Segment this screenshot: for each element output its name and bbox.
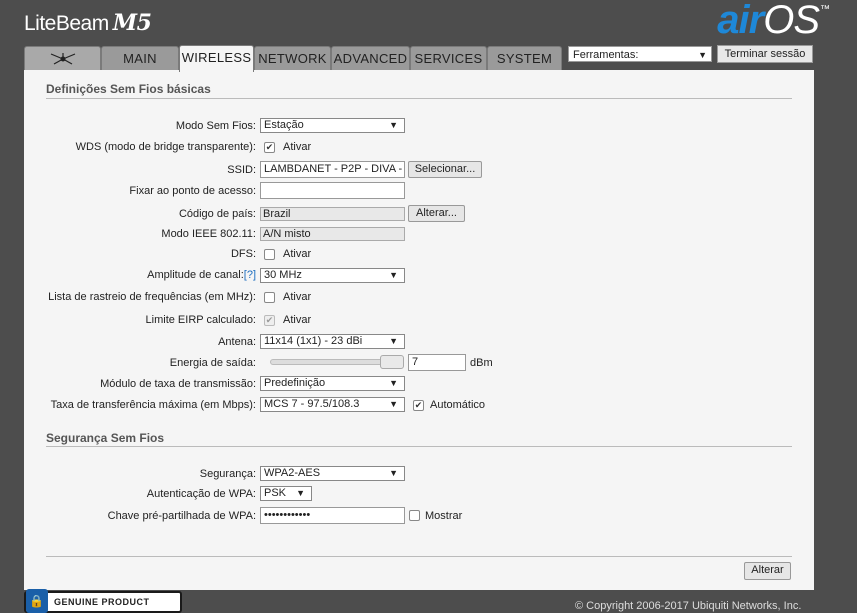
max-rate-value: MCS 7 - 97.5/108.3 [264, 398, 360, 410]
trademark-symbol: ™ [820, 4, 830, 15]
section-divider [46, 446, 792, 447]
chevron-down-icon: ▼ [698, 50, 707, 60]
airos-logo-air: air [717, 0, 764, 42]
copyright-text: © Copyright 2006-2017 Ubiquiti Networks,… [575, 600, 802, 612]
eirp-limit-checkbox-label: Ativar [283, 314, 312, 326]
max-rate-label: Taxa de transferência máxima (em Mbps): [50, 399, 256, 411]
channel-width-label: Amplitude de canal:[?] [147, 269, 256, 281]
lock-icon: 🔒 [26, 589, 48, 613]
channel-width-label-text: Amplitude de canal: [147, 269, 244, 281]
wireless-mode-value: Estação [264, 119, 304, 131]
wpa-key-label: Chave pré-partilhada de WPA: [107, 510, 256, 522]
section-divider [46, 556, 792, 557]
chevron-down-icon: ▼ [389, 270, 398, 280]
show-key-checkbox[interactable] [409, 510, 420, 521]
scan-list-checkbox[interactable] [264, 292, 275, 303]
chevron-down-icon: ▼ [389, 120, 398, 130]
dfs-checkbox-label: Ativar [283, 248, 312, 260]
help-link[interactable]: [?] [244, 269, 256, 281]
basic-settings-title: Definições Sem Fios básicas [46, 82, 211, 96]
antenna-value: 11x14 (1x1) - 23 dBi [264, 335, 363, 347]
rate-module-select[interactable]: Predefinição ▼ [260, 376, 405, 391]
wpa-auth-select[interactable]: PSK ▼ [260, 486, 312, 501]
security-select[interactable]: WPA2-AES ▼ [260, 466, 405, 481]
eirp-limit-checkbox[interactable] [264, 315, 275, 326]
tab-wireless[interactable]: WIRELESS [179, 45, 254, 72]
eirp-limit-label: Limite EIRP calculado: [145, 314, 256, 326]
tab-services[interactable]: SERVICES [410, 46, 487, 71]
chevron-down-icon: ▼ [389, 399, 398, 409]
genuine-product-badge: 🔒 GENUINE PRODUCT [24, 589, 182, 613]
auto-rate-checkbox-label: Automático [430, 399, 486, 411]
dfs-label: DFS: [230, 248, 256, 260]
max-rate-select[interactable]: MCS 7 - 97.5/108.3 ▼ [260, 397, 405, 412]
apply-button[interactable]: Alterar [744, 562, 791, 580]
rate-module-value: Predefinição [264, 377, 326, 389]
change-country-button[interactable]: Alterar... [408, 205, 465, 222]
antenna-label: Antena: [218, 336, 256, 348]
select-ssid-button[interactable]: Selecionar... [408, 161, 482, 178]
lock-ap-label: Fixar ao ponto de acesso: [129, 185, 256, 197]
antenna-select[interactable]: 11x14 (1x1) - 23 dBi ▼ [260, 334, 405, 349]
wpa-key-input[interactable]: •••••••••••• [260, 507, 405, 524]
tab-main[interactable]: MAIN [101, 46, 179, 71]
rate-module-label: Módulo de taxa de transmissão: [100, 378, 256, 390]
security-value: WPA2-AES [264, 467, 321, 479]
genuine-product-text: GENUINE PRODUCT [54, 597, 150, 607]
wireless-settings-panel: Definições Sem Fios básicas Modo Sem Fio… [24, 70, 814, 590]
wds-checkbox-label: Ativar [283, 141, 312, 153]
product-model: M5 [112, 10, 152, 36]
product-logo: LiteBeam M5 [24, 10, 152, 36]
show-key-checkbox-label: Mostrar [425, 510, 463, 522]
tools-dropdown[interactable]: Ferramentas: ▼ [568, 46, 712, 62]
channel-width-select[interactable]: 30 MHz ▼ [260, 268, 405, 283]
product-name: LiteBeam [24, 12, 109, 35]
security-settings-title: Segurança Sem Fios [46, 431, 165, 445]
wireless-mode-label: Modo Sem Fios: [175, 120, 256, 132]
output-power-label: Energia de saída: [169, 357, 256, 369]
dfs-checkbox[interactable] [264, 249, 275, 260]
output-power-input[interactable]: 7 [408, 354, 466, 371]
tab-advanced[interactable]: ADVANCED [331, 46, 410, 71]
ieee-mode-value: A/N misto [260, 227, 405, 241]
ssid-label: SSID: [227, 164, 256, 176]
ieee-mode-label: Modo IEEE 802.11: [161, 228, 256, 240]
airos-logo: airOS ™ [717, 0, 830, 43]
tab-network[interactable]: NETWORK [254, 46, 331, 71]
scan-list-checkbox-label: Ativar [283, 291, 312, 303]
ubiquiti-logo-icon [50, 53, 75, 65]
lock-ap-input[interactable] [260, 182, 405, 199]
auto-rate-checkbox[interactable] [413, 400, 424, 411]
tools-dropdown-value: Ferramentas: [573, 49, 639, 61]
chevron-down-icon: ▼ [389, 378, 398, 388]
logout-button[interactable]: Terminar sessão [717, 45, 813, 63]
output-power-unit: dBm [470, 357, 493, 369]
country-code-label: Código de país: [178, 208, 256, 220]
tab-system[interactable]: SYSTEM [487, 46, 562, 71]
scan-list-label: Lista de rastreio de frequências (em MHz… [48, 291, 256, 303]
airos-logo-os: OS [763, 0, 820, 42]
section-divider [46, 98, 792, 99]
tab-ubiquiti-logo[interactable] [24, 46, 101, 71]
security-label: Segurança: [199, 468, 256, 480]
wireless-mode-select[interactable]: Estação ▼ [260, 118, 405, 133]
country-code-value: Brazil [260, 207, 405, 221]
wpa-auth-value: PSK [264, 487, 287, 499]
wds-checkbox[interactable] [264, 142, 275, 153]
output-power-slider-handle[interactable] [380, 355, 404, 369]
ssid-input[interactable]: LAMBDANET - P2P - DIVA - [260, 161, 405, 178]
chevron-down-icon: ▼ [296, 488, 305, 498]
wds-label: WDS (modo de bridge transparente): [75, 141, 256, 153]
channel-width-value: 30 MHz [264, 269, 302, 281]
chevron-down-icon: ▼ [389, 336, 398, 346]
wpa-auth-label: Autenticação de WPA: [146, 488, 256, 500]
chevron-down-icon: ▼ [389, 468, 398, 478]
